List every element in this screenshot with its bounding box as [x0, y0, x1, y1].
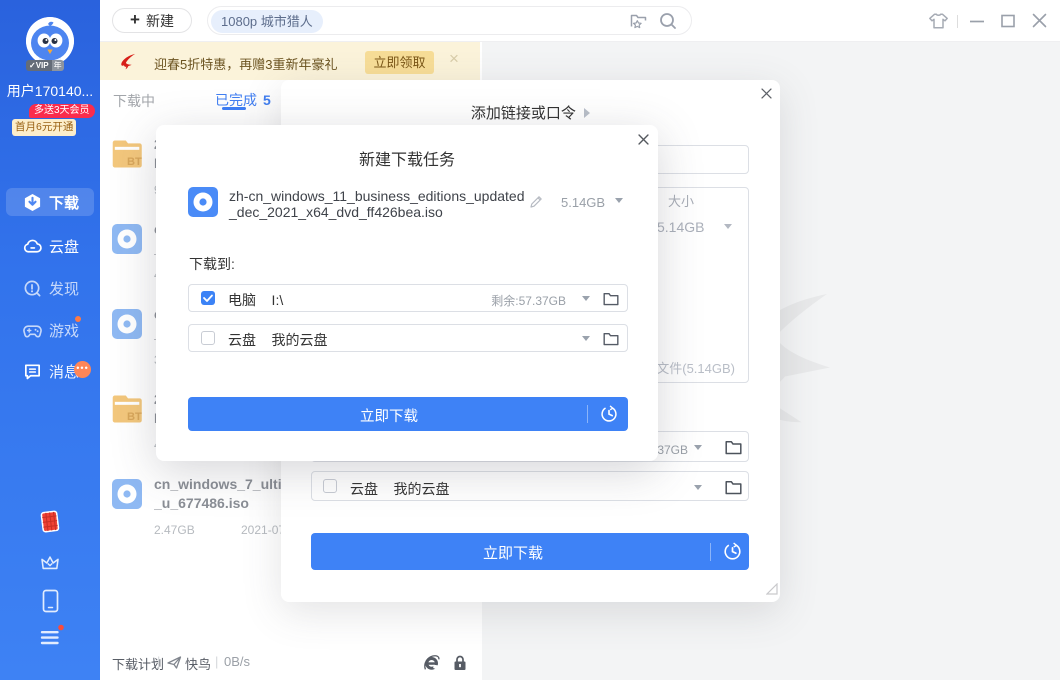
svg-text:BT: BT	[127, 156, 142, 168]
svg-text:BT: BT	[127, 411, 142, 423]
